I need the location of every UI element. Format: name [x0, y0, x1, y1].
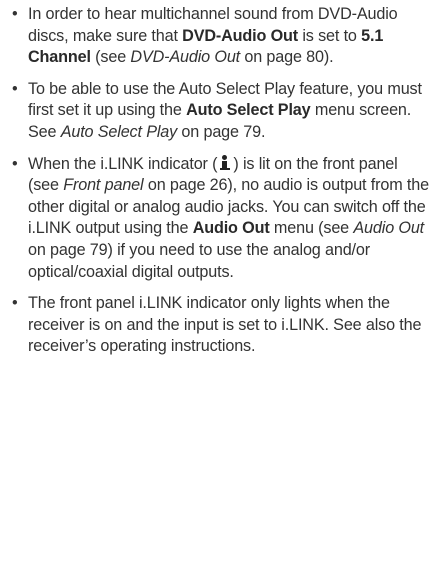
cross-reference: Auto Select Play: [60, 122, 178, 141]
bullet-list: • In order to hear multichannel sound fr…: [12, 4, 432, 368]
text: is set to: [298, 26, 362, 45]
menu-name: DVD-Audio Out: [182, 26, 298, 45]
text: on page 79.: [177, 122, 266, 141]
bullet-dot: •: [12, 5, 18, 23]
bullet-item-ilink-indicator: • When the i.LINK indicator () is lit on…: [12, 154, 432, 284]
text: on page 80).: [240, 48, 334, 67]
cross-reference: Audio Out: [353, 219, 425, 238]
text: When the i.LINK indicator (: [28, 154, 218, 173]
menu-name: Audio Out: [192, 219, 270, 238]
bullet-item-auto-select-play: • To be able to use the Auto Select Play…: [12, 79, 432, 144]
bullet-dot: •: [12, 79, 18, 98]
text: on page 79) if you need to use the analo…: [28, 240, 371, 281]
manual-page: • In order to hear multichannel sound fr…: [0, 0, 438, 561]
cross-reference: DVD-Audio Out: [130, 48, 241, 67]
bullet-dot: •: [12, 294, 18, 313]
text: menu (see: [269, 219, 354, 238]
text: (see: [90, 48, 131, 67]
text: The front panel i.LINK indicator only li…: [28, 294, 422, 356]
bullet-item-dvd-audio-out: • In order to hear multichannel sound fr…: [12, 4, 432, 69]
bullet-dot: •: [12, 154, 18, 173]
cross-reference: Front panel: [63, 176, 144, 195]
menu-name: Auto Select Play: [186, 101, 311, 120]
bullet-item-ilink-lights: • The front panel i.LINK indicator only …: [12, 293, 432, 358]
ilink-icon: [219, 154, 231, 171]
